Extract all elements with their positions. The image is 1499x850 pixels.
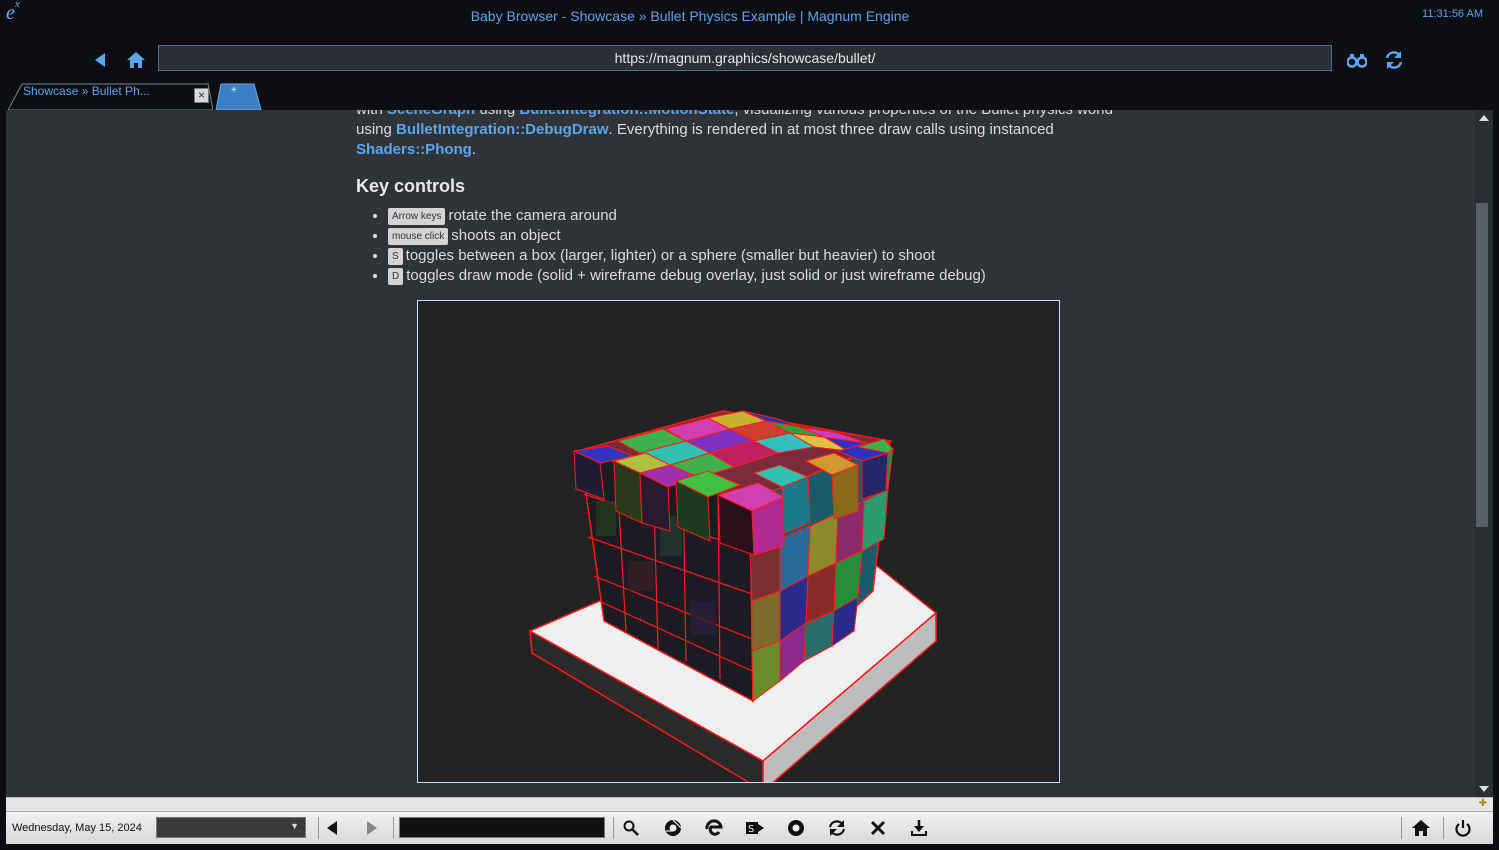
resize-grip-icon[interactable]: ✚ bbox=[1479, 798, 1487, 809]
separator bbox=[393, 817, 394, 839]
scroll-thumb[interactable] bbox=[1476, 203, 1488, 527]
motionstate-link[interactable]: BulletIntegration::MotionState bbox=[519, 110, 734, 118]
chevron-down-icon: ▼ bbox=[290, 821, 299, 831]
clock: 11:31:56 AM bbox=[1422, 8, 1483, 20]
tab-showcase[interactable]: Showcase » Bullet Ph... bbox=[23, 84, 150, 98]
separator bbox=[1401, 817, 1402, 839]
intro-line-2: using BulletIntegration::DebugDraw. Ever… bbox=[356, 121, 1054, 138]
forward-icon[interactable] bbox=[361, 818, 383, 838]
status-date: Wednesday, May 15, 2024 bbox=[12, 822, 142, 834]
edge-icon[interactable] bbox=[703, 818, 725, 838]
list-item: Stoggles between a box (larger, lighter)… bbox=[388, 246, 986, 266]
keyboard-key: mouse click bbox=[388, 228, 449, 245]
home-button[interactable] bbox=[124, 48, 148, 72]
new-tab-button[interactable]: + bbox=[231, 85, 237, 96]
list-item: Dtoggles draw mode (solid + wireframe de… bbox=[388, 266, 986, 286]
phong-link[interactable]: Shaders::Phong bbox=[356, 141, 472, 158]
tools-icon[interactable] bbox=[867, 818, 889, 838]
firefox-icon[interactable] bbox=[785, 818, 807, 838]
keyboard-key: Arrow keys bbox=[388, 208, 446, 225]
sync-icon[interactable]: S bbox=[744, 818, 766, 838]
status-search-field[interactable] bbox=[399, 817, 605, 838]
url-input[interactable]: https://magnum.graphics/showcase/bullet/ bbox=[158, 45, 1332, 71]
reload-icon bbox=[1385, 51, 1403, 69]
physics-scene-render bbox=[528, 410, 938, 782]
binoculars-icon bbox=[1347, 54, 1367, 68]
separator bbox=[613, 817, 614, 839]
key-controls-list: Arrow keysrotate the camera around mouse… bbox=[356, 206, 986, 286]
new-tab-shape bbox=[215, 83, 262, 110]
chrome-icon[interactable] bbox=[662, 818, 684, 838]
back-arrow-icon bbox=[95, 53, 105, 67]
refresh-icon[interactable] bbox=[826, 818, 848, 838]
panel-divider: ✚ bbox=[6, 797, 1493, 812]
back-icon[interactable] bbox=[321, 818, 343, 838]
power-icon[interactable] bbox=[1452, 818, 1474, 838]
status-bar: Wednesday, May 15, 2024 ▼ S bbox=[6, 811, 1493, 844]
back-button[interactable] bbox=[88, 48, 112, 72]
window-title: Baby Browser - Showcase » Bullet Physics… bbox=[470, 8, 910, 24]
navigation-bar: https://magnum.graphics/showcase/bullet/ bbox=[0, 34, 1499, 82]
webgl-canvas[interactable] bbox=[417, 300, 1060, 783]
scenegraph-link[interactable]: SceneGraph bbox=[387, 110, 475, 118]
separator bbox=[1443, 817, 1444, 839]
home-icon[interactable] bbox=[1410, 818, 1432, 838]
keyboard-key: D bbox=[388, 268, 404, 285]
reload-button[interactable] bbox=[1382, 48, 1406, 72]
list-item: Arrow keysrotate the camera around bbox=[388, 206, 986, 226]
tab-close-button[interactable]: × bbox=[194, 88, 209, 103]
title-bar: ex Baby Browser - Showcase » Bullet Phys… bbox=[0, 0, 1499, 34]
scroll-up-icon[interactable] bbox=[1476, 113, 1492, 123]
tab-bar: Showcase » Bullet Ph... × + bbox=[0, 82, 1499, 110]
separator bbox=[318, 817, 319, 839]
list-item: mouse clickshoots an object bbox=[388, 226, 986, 246]
page-viewport: with SceneGraph using BulletIntegration:… bbox=[6, 110, 1475, 797]
keyboard-key: S bbox=[388, 248, 403, 265]
scroll-down-icon[interactable] bbox=[1476, 784, 1492, 794]
status-dropdown[interactable]: ▼ bbox=[156, 817, 306, 838]
search-icon[interactable] bbox=[620, 818, 642, 838]
debugdraw-link[interactable]: BulletIntegration::DebugDraw bbox=[396, 121, 609, 138]
intro-line-3: Shaders::Phong. bbox=[356, 141, 477, 158]
key-controls-heading: Key controls bbox=[356, 176, 466, 196]
home-icon bbox=[127, 52, 145, 68]
vertical-scrollbar[interactable] bbox=[1475, 110, 1493, 797]
bookmarks-button[interactable] bbox=[1345, 48, 1369, 72]
intro-line-1: with SceneGraph using BulletIntegration:… bbox=[356, 110, 1123, 120]
svg-text:S: S bbox=[748, 824, 754, 835]
download-icon[interactable] bbox=[908, 818, 930, 838]
